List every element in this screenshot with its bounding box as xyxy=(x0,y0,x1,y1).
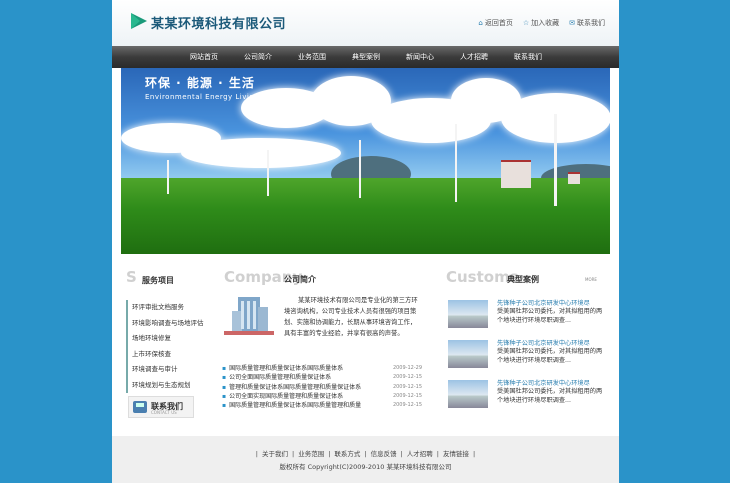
case-desc: 受美国杜邦公司委托，对其拟租用的两个地块进行环境尽职调查... xyxy=(497,388,603,404)
company-name: 某某环境科技有限公司 xyxy=(151,17,287,32)
mail-icon: ✉ xyxy=(569,19,575,27)
banner-slogan: 环保 · 能源 · 生活 xyxy=(145,76,255,90)
main-nav: 网站首页 公司简介 业务范围 典型案例 新闻中心 人才招聘 联系我们 xyxy=(112,46,619,68)
about-text: 某某环境技术有限公司是专业化的第三方环境咨询机构，公司专业技术人员有很强的项目策… xyxy=(284,297,418,337)
contact-link[interactable]: ✉ 联系我们 xyxy=(569,18,605,28)
case-title: 先锋种子公司北京研发中心环境尽 xyxy=(497,380,590,387)
services-title: 服务项目 xyxy=(142,276,174,285)
cases-title: 典型案例 xyxy=(507,275,539,284)
phone-icon xyxy=(133,401,147,413)
company-logo-icon xyxy=(131,13,147,29)
more-link[interactable]: MORE xyxy=(585,277,597,282)
case-image xyxy=(448,340,488,368)
case-title: 先锋种子公司北京研发中心环境尽 xyxy=(497,340,590,347)
service-item[interactable]: 场地环境修复 xyxy=(126,331,214,347)
service-item[interactable]: 环境影响调查与场地评估 xyxy=(126,315,214,331)
news-item[interactable]: 国际质量管理和质量保证体系国际质量管理和质量2009-12-15 xyxy=(222,401,422,410)
wind-turbine xyxy=(167,160,169,194)
footer-link-business[interactable]: 业务范围 xyxy=(298,450,324,458)
case-item[interactable]: 先锋种子公司北京研发中心环境尽 受美国杜邦公司委托，对其拟租用的两个地块进行环境… xyxy=(448,298,608,332)
header: 某某环境科技有限公司 ⌂ 返回首页 ☆ 加入收藏 ✉ 联系我们 xyxy=(112,0,619,46)
services-list: 环评审批文档服务 环境影响调查与场地评估 场地环境修复 上市环保核查 环境调查与… xyxy=(126,300,214,393)
case-title: 先锋种子公司北京研发中心环境尽 xyxy=(497,300,590,307)
copyright: 版权所有 Copyright(C)2009-2010 某某环境科技有限公司 xyxy=(279,463,452,471)
star-icon: ☆ xyxy=(522,19,530,27)
page: 某某环境科技有限公司 ⌂ 返回首页 ☆ 加入收藏 ✉ 联系我们 网站首页 公司简介 业… xyxy=(112,0,619,483)
banner-slogan-en: Environmental Energy Living xyxy=(145,93,260,101)
home-icon: ⌂ xyxy=(478,19,483,27)
nav-contact[interactable]: 联系我们 xyxy=(501,46,555,68)
nav-news[interactable]: 新闻中心 xyxy=(393,46,447,68)
news-item[interactable]: 公司全面国际质量管理和质量保证体系2009-12-15 xyxy=(222,373,422,382)
home-link[interactable]: ⌂ 返回首页 xyxy=(478,18,512,28)
news-list: 国际质量管理和质量保证体系国际质量体系2009-12-29 公司全面国际质量管理… xyxy=(222,364,422,410)
bookmark-link[interactable]: ☆ 加入收藏 xyxy=(523,18,559,28)
nav-cases[interactable]: 典型案例 xyxy=(339,46,393,68)
contact-subtitle: CONTACT US xyxy=(151,410,177,415)
nav-about[interactable]: 公司简介 xyxy=(231,46,285,68)
services-letter: S xyxy=(126,268,137,286)
footer-link-feedback[interactable]: 信息反馈 xyxy=(371,450,397,458)
wind-turbine xyxy=(455,124,457,202)
service-item[interactable]: 环境规划与生态规划 xyxy=(126,377,214,393)
news-item[interactable]: 国际质量管理和质量保证体系国际质量体系2009-12-29 xyxy=(222,364,422,373)
footer-link-friends[interactable]: 友情链接 xyxy=(443,450,469,458)
footer-link-contact[interactable]: 联系方式 xyxy=(334,450,360,458)
transformer-house xyxy=(501,160,531,188)
case-image xyxy=(448,380,488,408)
case-desc: 受美国杜邦公司委托，对其拟租用的两个地块进行环境尽职调查... xyxy=(497,308,603,324)
contact-box[interactable]: 联系我们 CONTACT US xyxy=(128,396,194,418)
cloud xyxy=(181,138,341,168)
nav-jobs[interactable]: 人才招聘 xyxy=(447,46,501,68)
footer-link-about[interactable]: 关于我们 xyxy=(262,450,288,458)
wind-turbine xyxy=(554,114,557,206)
case-image xyxy=(448,300,488,328)
news-item[interactable]: 管理和质量保证体系国际质量管理和质量保证体系2009-12-15 xyxy=(222,383,422,392)
wind-turbine xyxy=(267,150,269,196)
footer-link-jobs[interactable]: 人才招聘 xyxy=(407,450,433,458)
news-item[interactable]: 公司全面实现国际质量管理和质量保证体系2009-12-15 xyxy=(222,392,422,401)
office-building-image xyxy=(224,297,274,335)
footer-links: | 关于我们 | 业务范围 | 联系方式 | 信息反馈 | 人才招聘 | 友情链接 | xyxy=(255,450,476,458)
service-item[interactable]: 上市环保核查 xyxy=(126,346,214,362)
wind-turbine xyxy=(359,140,361,198)
transformer-house xyxy=(568,172,580,184)
footer: | 关于我们 | 业务范围 | 联系方式 | 信息反馈 | 人才招聘 | 友情链接 | 版权所有 Cop… xyxy=(112,436,619,483)
service-item[interactable]: 环评审批文档服务 xyxy=(126,300,214,316)
service-item[interactable]: 环境调查与审计 xyxy=(126,362,214,378)
case-item[interactable]: 先锋种子公司北京研发中心环境尽 受美国杜邦公司委托，对其拟租用的两个地块进行环境… xyxy=(448,338,608,372)
banner: 环保 · 能源 · 生活 Environmental Energy Living xyxy=(121,68,610,254)
case-item[interactable]: 先锋种子公司北京研发中心环境尽 受美国杜邦公司委托，对其拟租用的两个地块进行环境… xyxy=(448,378,608,412)
about-title: 公司简介 xyxy=(284,275,316,284)
top-links: ⌂ 返回首页 ☆ 加入收藏 ✉ 联系我们 xyxy=(478,18,605,28)
grass-field xyxy=(121,178,610,254)
nav-business[interactable]: 业务范围 xyxy=(285,46,339,68)
nav-home[interactable]: 网站首页 xyxy=(177,46,231,68)
case-desc: 受美国杜邦公司委托，对其拟租用的两个地块进行环境尽职调查... xyxy=(497,348,603,364)
